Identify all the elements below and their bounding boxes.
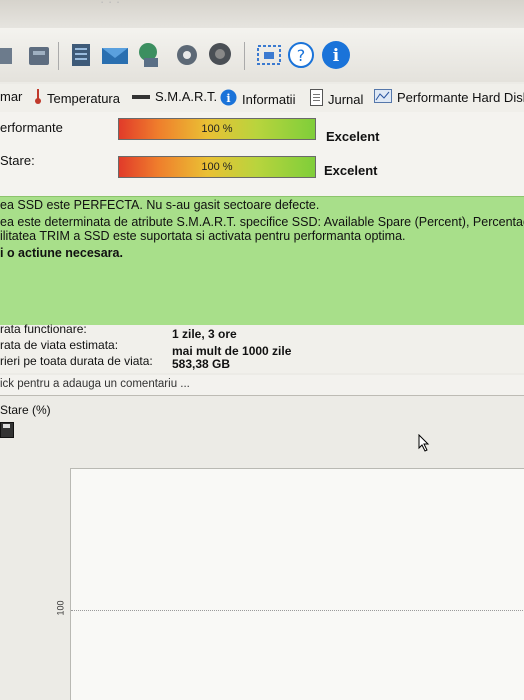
mail-icon[interactable] xyxy=(100,40,130,70)
tab-jurnal[interactable]: Jurnal xyxy=(310,89,363,109)
svg-text:i: i xyxy=(333,46,340,66)
disk-icon[interactable] xyxy=(24,40,54,70)
toolbar-separator xyxy=(58,42,59,70)
thermometer-icon xyxy=(34,89,42,108)
info-icon[interactable]: i xyxy=(320,40,350,70)
comment-field[interactable]: ick pentru a adauga un comentariu ... xyxy=(0,375,524,396)
performance-rating: Excelent xyxy=(326,129,380,144)
health-bar: 100 % xyxy=(118,156,316,178)
message-action: i o actiune necesara. xyxy=(0,246,123,260)
screenshot-icon[interactable] xyxy=(254,40,284,70)
chart-title: Stare (%) xyxy=(0,403,51,417)
info-value: 583,38 GB xyxy=(172,357,231,371)
health-label: Stare: xyxy=(0,153,35,168)
tab-temperatura[interactable]: Temperatura xyxy=(34,89,120,108)
mouse-cursor-icon xyxy=(418,433,430,455)
performance-percent: 100 % xyxy=(201,123,233,135)
tab-smart[interactable]: S.M.A.R.T. xyxy=(132,89,217,104)
chart-header: Stare (%) xyxy=(0,400,524,420)
y-tick-label: 100 xyxy=(55,600,66,616)
health-percent: 100 % xyxy=(201,161,233,173)
tab-bar: mar Temperatura S.M.A.R.T. i Informatii … xyxy=(0,84,524,113)
status-message-panel: ea SSD este PERFECTA. Nu s-au gasit sect… xyxy=(0,196,524,326)
tab-informatii[interactable]: i Informatii xyxy=(220,89,295,109)
performance-bar: 100 % xyxy=(118,118,316,140)
info-value: 1 zile, 3 ore xyxy=(172,327,237,341)
notes-icon[interactable] xyxy=(66,40,96,70)
message-line-2: ea este determinata de atribute S.M.A.R.… xyxy=(0,215,524,229)
tab-performante-hard-disk[interactable]: Performante Hard Disk xyxy=(374,89,524,106)
window-title-bar: · · · xyxy=(0,0,524,28)
toolbar-separator xyxy=(244,42,245,70)
info-key: rieri pe toata durata de viata: xyxy=(0,354,153,368)
health-chart: 100 xyxy=(56,468,524,700)
info-small-icon: i xyxy=(220,89,237,109)
health-rating: Excelent xyxy=(324,163,378,178)
performance-label: erformante xyxy=(0,120,63,135)
chart-gridline xyxy=(71,610,524,611)
help-icon[interactable]: ? xyxy=(286,40,316,70)
tab-sumar[interactable]: mar xyxy=(0,89,22,104)
comment-placeholder: ick pentru a adauga un comentariu ... xyxy=(0,378,190,390)
info-value: mai mult de 1000 zile xyxy=(172,344,292,358)
status-panel: erformante 100 % Excelent Stare: 100 % E… xyxy=(0,112,524,196)
settings-icon[interactable] xyxy=(172,40,202,70)
info-key: rata de viata estimata: xyxy=(0,338,119,352)
speaker-icon[interactable] xyxy=(206,40,236,70)
svg-text:i: i xyxy=(226,92,230,105)
toolbar: ? i xyxy=(0,28,524,82)
document-icon xyxy=(310,89,323,109)
performance-chart-icon xyxy=(374,89,392,106)
svg-text:?: ? xyxy=(297,46,306,65)
info-key: rata functionare: xyxy=(0,322,87,336)
warning-icon[interactable] xyxy=(0,40,16,70)
network-icon[interactable] xyxy=(134,40,164,70)
save-icon[interactable] xyxy=(0,422,14,438)
message-line-3: ilitatea TRIM a SSD este suportata si ac… xyxy=(0,229,406,243)
info-panel: rata functionare: 1 zile, 3 ore rata de … xyxy=(0,322,524,373)
message-line-1: ea SSD este PERFECTA. Nu s-au gasit sect… xyxy=(0,198,320,212)
smart-icon xyxy=(132,89,150,104)
